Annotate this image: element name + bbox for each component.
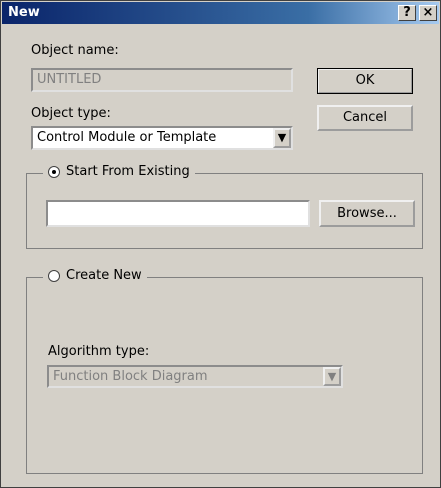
- object-type-label: Object type:: [31, 106, 111, 121]
- radio-unselected-icon[interactable]: [48, 269, 60, 282]
- close-button[interactable]: ×: [419, 5, 437, 21]
- cancel-button[interactable]: Cancel: [317, 105, 413, 131]
- object-type-value: Control Module or Template: [37, 130, 217, 145]
- algorithm-type-value: Function Block Diagram: [53, 369, 208, 384]
- object-type-select[interactable]: Control Module or Template ▼: [31, 126, 293, 150]
- window-title: New: [8, 5, 40, 20]
- existing-path-input[interactable]: [46, 200, 310, 227]
- ok-button[interactable]: OK: [317, 68, 413, 94]
- title-bar[interactable]: New ? ×: [2, 2, 439, 24]
- object-name-field[interactable]: UNTITLED: [31, 68, 293, 92]
- algorithm-type-select[interactable]: Function Block Diagram ▼: [47, 365, 343, 388]
- new-dialog-window: New ? × Object name: UNTITLED OK Cancel …: [0, 0, 441, 488]
- radio-selected-icon[interactable]: [48, 165, 60, 178]
- start-from-existing-label: Start From Existing: [66, 164, 190, 179]
- create-new-label: Create New: [66, 268, 142, 283]
- object-name-label: Object name:: [31, 43, 119, 58]
- object-name-value: UNTITLED: [37, 72, 102, 87]
- browse-button[interactable]: Browse...: [319, 200, 415, 227]
- algorithm-type-label: Algorithm type:: [48, 344, 150, 359]
- chevron-down-icon[interactable]: ▼: [273, 128, 291, 148]
- help-button[interactable]: ?: [398, 5, 416, 21]
- create-new-option[interactable]: Create New: [43, 268, 147, 283]
- start-from-existing-option[interactable]: Start From Existing: [43, 164, 195, 179]
- chevron-down-icon[interactable]: ▼: [323, 367, 341, 386]
